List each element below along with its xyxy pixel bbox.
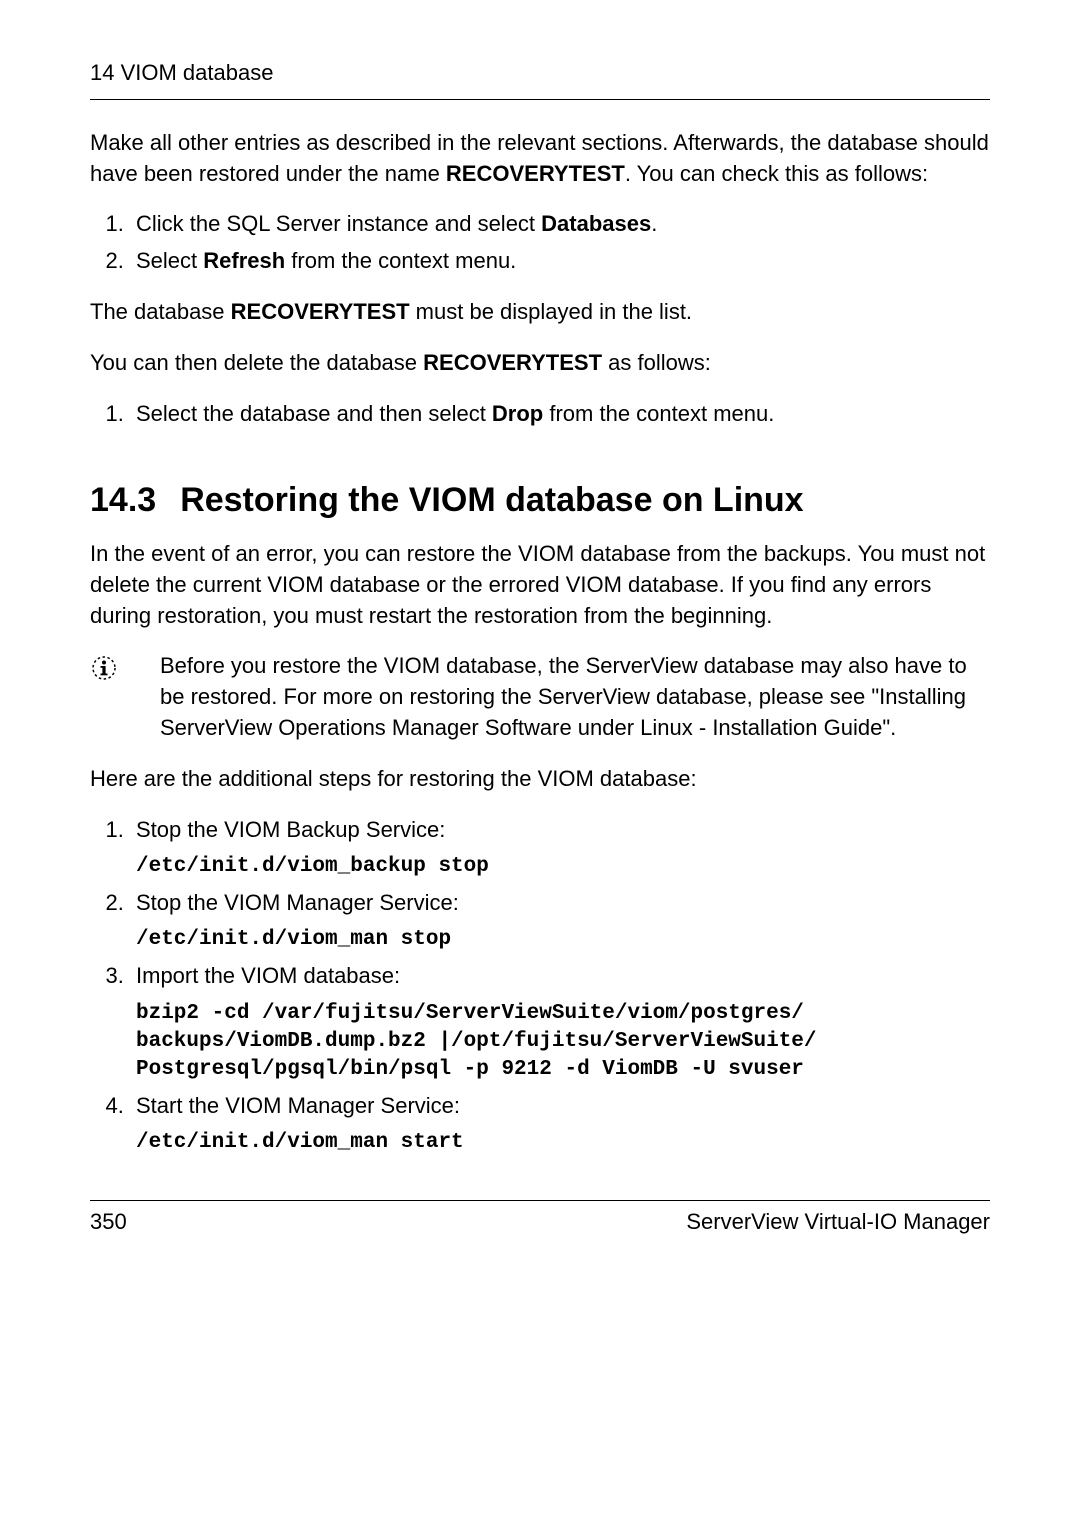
text-bold: RECOVERYTEST bbox=[446, 161, 625, 186]
chapter-label: 14 VIOM database bbox=[90, 60, 273, 85]
text-bold: Refresh bbox=[203, 248, 285, 273]
text: must be displayed in the list. bbox=[410, 299, 692, 324]
text: as follows: bbox=[602, 350, 711, 375]
page-header: 14 VIOM database bbox=[90, 58, 990, 89]
text: . bbox=[651, 211, 657, 236]
linux-steps: Stop the VIOM Backup Service: /etc/init.… bbox=[90, 815, 990, 1158]
text: . You can check this as follows: bbox=[625, 161, 928, 186]
page-footer: 350 ServerView Virtual-IO Manager bbox=[90, 1207, 990, 1238]
step-label: Stop the VIOM Backup Service: bbox=[136, 815, 990, 846]
step-item: Import the VIOM database: bzip2 -cd /var… bbox=[130, 961, 990, 1085]
info-icon bbox=[90, 651, 160, 682]
code-block: /etc/init.d/viom_man stop bbox=[136, 926, 990, 954]
step-item: Stop the VIOM Backup Service: /etc/init.… bbox=[130, 815, 990, 882]
note-block: Before you restore the VIOM database, th… bbox=[90, 651, 990, 743]
text: from the context menu. bbox=[285, 248, 516, 273]
step-item: Select Refresh from the context menu. bbox=[130, 246, 990, 277]
step-label: Stop the VIOM Manager Service: bbox=[136, 888, 990, 919]
text: Click the SQL Server instance and select bbox=[136, 211, 541, 236]
header-rule bbox=[90, 99, 990, 100]
text: You can then delete the database bbox=[90, 350, 423, 375]
note-text: Before you restore the VIOM database, th… bbox=[160, 651, 990, 743]
code-block: /etc/init.d/viom_man start bbox=[136, 1129, 990, 1157]
text: Select the database and then select bbox=[136, 401, 492, 426]
step-item: Start the VIOM Manager Service: /etc/ini… bbox=[130, 1091, 990, 1158]
section-lead: Here are the additional steps for restor… bbox=[90, 764, 990, 795]
intro-paragraph-2: The database RECOVERYTEST must be displa… bbox=[90, 297, 990, 328]
text-bold: RECOVERYTEST bbox=[231, 299, 410, 324]
text-bold: RECOVERYTEST bbox=[423, 350, 602, 375]
product-name: ServerView Virtual-IO Manager bbox=[686, 1207, 990, 1238]
step-item: Select the database and then select Drop… bbox=[130, 399, 990, 430]
step-item: Stop the VIOM Manager Service: /etc/init… bbox=[130, 888, 990, 955]
footer-rule bbox=[90, 1200, 990, 1201]
intro-paragraph-3: You can then delete the database RECOVER… bbox=[90, 348, 990, 379]
step-item: Click the SQL Server instance and select… bbox=[130, 209, 990, 240]
text: from the context menu. bbox=[543, 401, 774, 426]
step-label: Import the VIOM database: bbox=[136, 961, 990, 992]
section-title: Restoring the VIOM database on Linux bbox=[180, 477, 803, 525]
steps-list-1: Click the SQL Server instance and select… bbox=[90, 209, 990, 277]
step-label: Start the VIOM Manager Service: bbox=[136, 1091, 990, 1122]
text-bold: Drop bbox=[492, 401, 543, 426]
text: Select bbox=[136, 248, 203, 273]
text: The database bbox=[90, 299, 231, 324]
intro-paragraph-1: Make all other entries as described in t… bbox=[90, 128, 990, 190]
page-number: 350 bbox=[90, 1207, 127, 1238]
steps-list-2: Select the database and then select Drop… bbox=[90, 399, 990, 430]
code-block: bzip2 -cd /var/fujitsu/ServerViewSuite/v… bbox=[136, 1000, 990, 1085]
section-heading: 14.3 Restoring the VIOM database on Linu… bbox=[90, 477, 990, 525]
text-bold: Databases bbox=[541, 211, 651, 236]
section-intro: In the event of an error, you can restor… bbox=[90, 539, 990, 631]
section-number: 14.3 bbox=[90, 477, 156, 525]
code-block: /etc/init.d/viom_backup stop bbox=[136, 853, 990, 881]
